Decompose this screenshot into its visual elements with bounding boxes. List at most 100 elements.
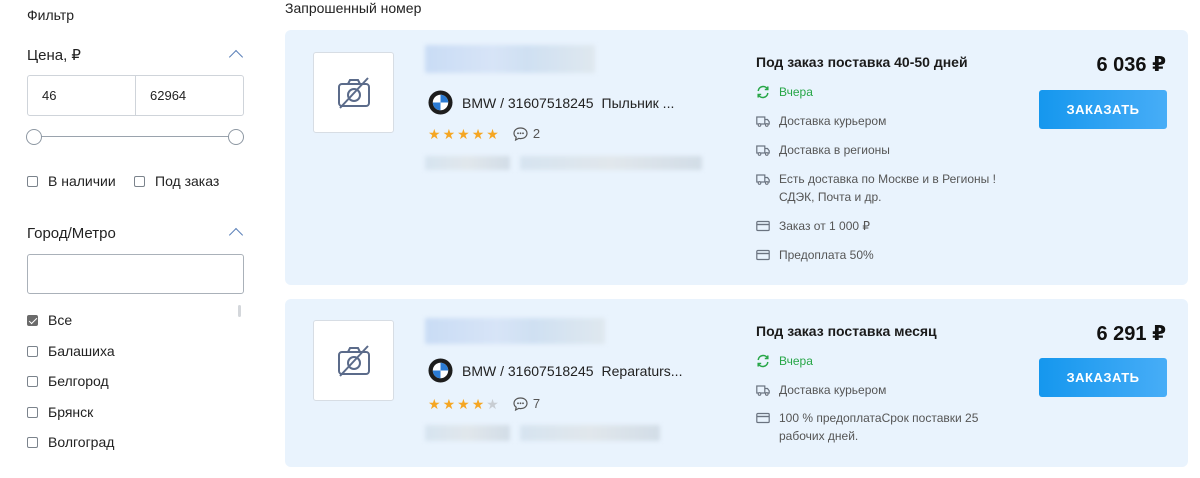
filter-sidebar: Фильтр Цена, ₽ В наличии Под заказ Город… bbox=[0, 0, 260, 478]
order-button[interactable]: ЗАКАЗАТЬ bbox=[1039, 90, 1167, 129]
product-brand-row[interactable]: BMW / 31607518245 Пыльник ... bbox=[428, 90, 674, 115]
brand-part-number: BMW / 31607518245 bbox=[462, 94, 594, 111]
city-option-volgograd[interactable]: Волгоград bbox=[27, 434, 114, 450]
star-icon: ★ bbox=[471, 125, 485, 142]
delivery-info-text: Предоплата 50% bbox=[779, 248, 874, 262]
truck-icon bbox=[756, 385, 770, 396]
product-thumbnail[interactable] bbox=[313, 52, 394, 133]
delivery-info-row: Доставка курьером bbox=[756, 381, 886, 399]
product-brand-row[interactable]: BMW / 31607518245 Reparaturs... bbox=[428, 358, 682, 383]
comments-link[interactable]: 7 bbox=[513, 396, 540, 411]
checkbox-box[interactable] bbox=[27, 314, 38, 326]
delivery-info-row: 100 % предоплатаСрок поставки 25 рабочих… bbox=[756, 409, 978, 445]
delivery-info-text: Доставка в регионы bbox=[779, 143, 890, 157]
star-icon: ★ bbox=[442, 395, 456, 412]
city-option-bryansk[interactable]: Брянск bbox=[27, 404, 93, 420]
blurred-info bbox=[425, 156, 510, 170]
checkbox-box[interactable] bbox=[27, 436, 38, 448]
delivery-info-text: Заказ от 1 000 ₽ bbox=[779, 219, 871, 233]
city-search-input[interactable] bbox=[27, 254, 244, 294]
delivery-info-text-block: Есть доставка по Москве и в Регионы ! СД… bbox=[779, 170, 996, 206]
delivery-info-text-line2: СДЭК, Почта и др. bbox=[779, 190, 882, 204]
city-list-scrollbar[interactable] bbox=[238, 305, 241, 317]
product-thumbnail[interactable] bbox=[313, 320, 394, 401]
truck-icon bbox=[756, 145, 770, 156]
brand-part-number: BMW / 31607518245 bbox=[462, 362, 594, 379]
in-stock-checkbox[interactable]: В наличии bbox=[27, 173, 116, 189]
delivery-info-text: Доставка курьером bbox=[779, 383, 887, 397]
delivery-info-row: Доставка в регионы bbox=[756, 141, 890, 159]
seller-activity: Вчера bbox=[756, 83, 813, 101]
bmw-logo-icon bbox=[428, 358, 453, 383]
blurred-info bbox=[520, 425, 660, 441]
on-order-checkbox[interactable]: Под заказ bbox=[134, 173, 219, 189]
checkbox-box[interactable] bbox=[27, 345, 38, 357]
delivery-title: Под заказ поставка 40-50 дней bbox=[756, 54, 968, 70]
comment-icon bbox=[513, 126, 528, 141]
part-name: Reparaturs... bbox=[601, 362, 683, 379]
order-button[interactable]: ЗАКАЗАТЬ bbox=[1039, 358, 1167, 397]
bmw-logo-icon bbox=[428, 90, 453, 115]
checkbox-label: Белгород bbox=[48, 373, 109, 389]
truck-icon bbox=[756, 174, 770, 185]
activity-text: Вчера bbox=[779, 85, 813, 99]
offer-card: BMW / 31607518245 Пыльник ... ★ ★ ★ ★ ★ … bbox=[285, 30, 1188, 285]
delivery-info-text-line2: рабочих дней. bbox=[779, 429, 859, 443]
blurred-seller-name bbox=[425, 45, 595, 73]
price-max-input[interactable] bbox=[136, 76, 243, 115]
price-min-input[interactable] bbox=[28, 76, 136, 115]
price-slider-min-handle[interactable] bbox=[26, 129, 42, 145]
star-icon: ★ bbox=[486, 125, 499, 142]
city-option-all[interactable]: Все bbox=[27, 312, 72, 328]
star-icon: ★ bbox=[471, 395, 485, 412]
blurred-info bbox=[425, 425, 510, 441]
checkbox-label: Брянск bbox=[48, 404, 94, 420]
checkbox-label: Все bbox=[48, 312, 73, 328]
chevron-up-icon[interactable] bbox=[228, 227, 244, 243]
city-option-balashikha[interactable]: Балашиха bbox=[27, 343, 115, 359]
delivery-info-row: Предоплата 50% bbox=[756, 246, 874, 264]
chevron-up-icon[interactable] bbox=[228, 49, 244, 65]
blurred-seller-name bbox=[425, 318, 605, 344]
checkbox-box[interactable] bbox=[27, 175, 38, 187]
comment-icon bbox=[513, 396, 528, 411]
rating-row: ★ ★ ★ ★ ★ 2 bbox=[428, 126, 540, 141]
offer-price: 6 291 ₽ bbox=[1096, 323, 1166, 345]
star-icon: ★ bbox=[442, 125, 456, 142]
requested-number-title: Запрошенный номер bbox=[285, 0, 422, 16]
refresh-icon bbox=[757, 85, 769, 99]
checkbox-label: Под заказ bbox=[155, 173, 220, 189]
comments-link[interactable]: 2 bbox=[513, 126, 540, 141]
checkbox-label: Балашиха bbox=[48, 343, 115, 359]
comments-count: 2 bbox=[532, 126, 541, 141]
card-icon bbox=[756, 249, 770, 261]
delivery-title: Под заказ поставка месяц bbox=[756, 323, 937, 339]
checkbox-box[interactable] bbox=[27, 375, 38, 387]
star-icon: ★ bbox=[428, 395, 441, 412]
checkbox-box[interactable] bbox=[134, 175, 145, 187]
comments-count: 7 bbox=[532, 396, 541, 411]
star-icon: ★ bbox=[486, 395, 499, 412]
delivery-info-text: Есть доставка по Москве и в Регионы ! bbox=[779, 172, 996, 186]
card-icon bbox=[756, 412, 770, 424]
city-option-belgorod[interactable]: Белгород bbox=[27, 373, 109, 389]
checkbox-box[interactable] bbox=[27, 406, 38, 418]
refresh-icon bbox=[757, 354, 769, 368]
no-photo-icon bbox=[337, 344, 370, 377]
price-slider-max-handle[interactable] bbox=[228, 129, 244, 145]
delivery-info-text-block: 100 % предоплатаСрок поставки 25 рабочих… bbox=[779, 409, 978, 445]
delivery-info-text: 100 % предоплатаСрок поставки 25 bbox=[779, 411, 979, 425]
price-range-inputs bbox=[27, 75, 244, 116]
delivery-info-row: Доставка курьером bbox=[756, 112, 886, 130]
part-name: Пыльник ... bbox=[601, 94, 675, 111]
filter-title: Фильтр bbox=[27, 7, 75, 23]
activity-text: Вчера bbox=[779, 354, 813, 368]
truck-icon bbox=[756, 116, 770, 127]
star-icon: ★ bbox=[428, 125, 441, 142]
delivery-info-row: Заказ от 1 000 ₽ bbox=[756, 217, 870, 235]
price-slider-track bbox=[34, 136, 236, 137]
checkbox-label: Волгоград bbox=[48, 434, 115, 450]
star-icon: ★ bbox=[457, 395, 470, 412]
rating-row: ★ ★ ★ ★ ★ 7 bbox=[428, 396, 540, 411]
offer-card: BMW / 31607518245 Reparaturs... ★ ★ ★ ★ … bbox=[285, 299, 1188, 467]
